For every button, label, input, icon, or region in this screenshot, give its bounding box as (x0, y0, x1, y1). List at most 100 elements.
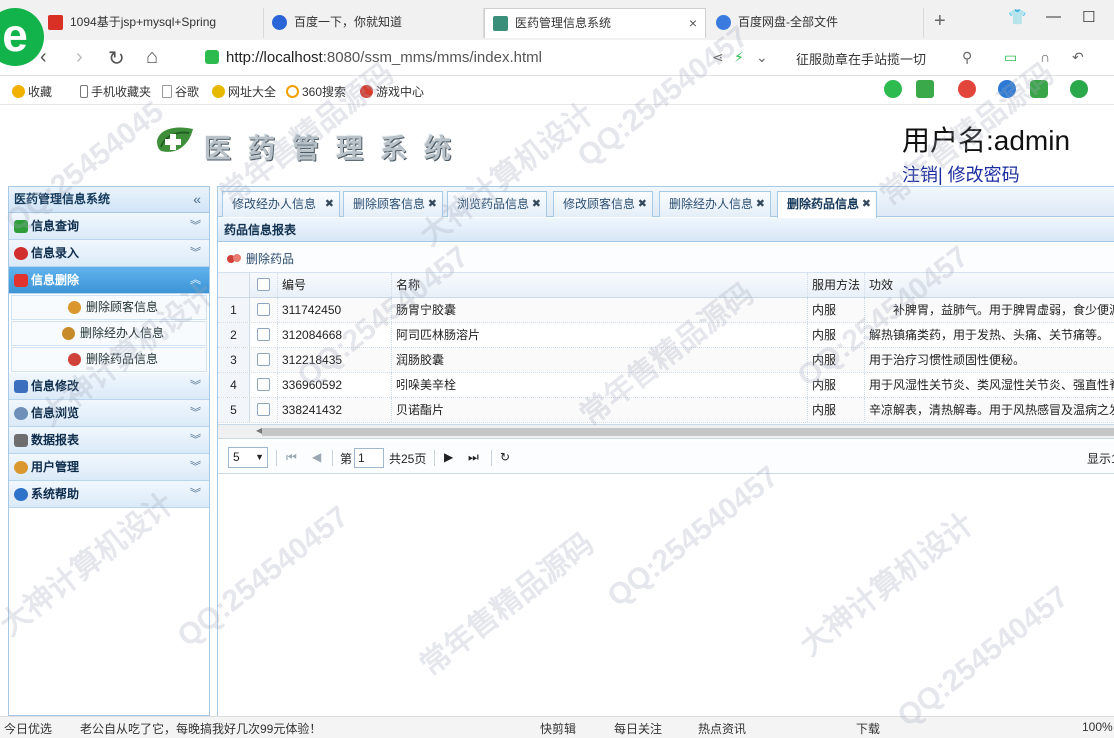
horizontal-scrollbar[interactable]: ◀ (218, 425, 1114, 439)
scrollbar-thumb[interactable] (262, 428, 1114, 436)
tab-delete-medicine[interactable]: 删除药品信息 ✖ (777, 191, 877, 218)
column-header-no[interactable]: 编号 (278, 273, 392, 297)
reload-icon[interactable]: ↻ (108, 46, 125, 71)
bookmark-360[interactable]: 360搜索 (286, 83, 346, 100)
close-icon[interactable]: ✖ (428, 192, 437, 216)
page-number-input[interactable]: 1 (354, 448, 384, 468)
extension-green-icon[interactable] (884, 80, 902, 98)
maximize-icon[interactable]: ☐ (1082, 8, 1095, 26)
row-checkbox[interactable] (250, 398, 278, 422)
row-checkbox[interactable] (250, 348, 278, 372)
minimize-icon[interactable]: — (1046, 8, 1061, 25)
column-header-usage[interactable]: 服用方法 (808, 273, 865, 297)
close-icon[interactable]: ✖ (756, 192, 765, 216)
column-header-name[interactable]: 名称 (392, 273, 808, 297)
close-icon[interactable]: ✖ (638, 192, 647, 216)
yen-icon[interactable] (1070, 80, 1088, 98)
url-field[interactable]: http://localhost:8080/ssm_mms/mms/index.… (226, 49, 542, 66)
status-download[interactable]: 下载 (856, 720, 880, 737)
tab-delete-customer[interactable]: 删除顾客信息 ✖ (343, 191, 443, 217)
column-header-effect[interactable]: 功效 (865, 273, 1114, 297)
forward-icon[interactable]: › (76, 46, 83, 69)
menu-info-entry[interactable]: 信息录入 ︾ (9, 240, 209, 267)
bookmark-mobile[interactable]: 手机收藏夹 (80, 83, 151, 100)
table-row[interactable]: 4 336960592 吲哚美辛栓 内服 用于风湿性关节炎、类风湿性关节炎、强直… (218, 373, 1114, 398)
star-icon (12, 85, 25, 98)
sub-item-delete-agent[interactable]: 删除经办人信息 (11, 321, 207, 346)
table-row[interactable]: 1 311742450 肠胃宁胶囊 内服 补脾胃，益肺气。用于脾胃虚弱，食少便溏 (218, 298, 1114, 323)
new-tab-button[interactable]: + (934, 10, 946, 33)
user-icon (14, 461, 28, 474)
browser-tab-2[interactable]: 百度一下，你就知道 (264, 8, 484, 38)
chevron-down-icon[interactable]: ⌄ (756, 49, 768, 66)
collapse-sidebar-icon[interactable]: « (193, 187, 201, 212)
tab-browse-medicine[interactable]: 浏览药品信息 ✖ (447, 191, 547, 217)
row-checkbox[interactable] (250, 298, 278, 322)
tab-favicon-icon (493, 16, 508, 31)
delete-medicine-button[interactable]: 删除药品 (226, 250, 294, 267)
status-daily[interactable]: 每日关注 (614, 720, 662, 737)
sub-item-delete-medicine[interactable]: 删除药品信息 (11, 347, 207, 372)
headphones-icon[interactable]: ∩ (1040, 49, 1050, 65)
sub-item-delete-customer[interactable]: 删除顾客信息 (11, 295, 207, 320)
translate-icon[interactable] (916, 80, 934, 98)
row-checkbox[interactable] (250, 373, 278, 397)
browser-tab-4[interactable]: 百度网盘-全部文件 (708, 8, 924, 38)
tab-close-icon[interactable]: × (689, 9, 697, 37)
home-icon[interactable]: ⌂ (146, 46, 158, 69)
page-size-select[interactable]: 5 (228, 447, 268, 468)
search-icon[interactable]: ⚲ (962, 49, 972, 66)
first-page-icon[interactable]: ⏮ (286, 450, 297, 465)
refresh-icon[interactable]: ↻ (500, 450, 510, 464)
datagrid-header: 编号 名称 服用方法 功效 (218, 273, 1114, 298)
bookmark-favorites[interactable]: 收藏 (12, 83, 52, 100)
browser-tabbar: e 1094基于jsp+mysql+Spring 百度一下，你就知道 医药管理信… (0, 0, 1114, 66)
browser-tab-1[interactable]: 1094基于jsp+mysql+Spring (40, 8, 264, 38)
tab-edit-agent[interactable]: 修改经办人信息 ✖ (222, 191, 340, 217)
close-icon[interactable]: ✖ (532, 192, 541, 216)
page-icon (162, 85, 172, 98)
lightning-icon[interactable]: ⚡ (734, 49, 744, 66)
gamepad-icon[interactable] (1030, 80, 1048, 98)
cell-usage: 内服 (808, 348, 865, 372)
menu-info-query[interactable]: 信息查询 ︾ (9, 213, 209, 240)
status-zoom[interactable]: 100% (1082, 720, 1113, 734)
scissors-icon[interactable] (958, 80, 976, 98)
table-row[interactable]: 5 338241432 贝诺酯片 内服 辛凉解表，清热解毒。用于风热感冒及温病之… (218, 398, 1114, 423)
menu-info-delete[interactable]: 信息删除 ︽ (9, 267, 209, 294)
prev-page-icon[interactable]: ◀ (312, 450, 321, 464)
row-checkbox[interactable] (250, 323, 278, 347)
menu-system-help[interactable]: 系统帮助 ︾ (9, 481, 209, 508)
menu-user-management[interactable]: 用户管理 ︾ (9, 454, 209, 481)
battery-icon[interactable]: ▭ (1004, 49, 1017, 66)
undo-icon[interactable]: ↶ (1072, 49, 1084, 66)
close-icon[interactable]: ✖ (325, 192, 334, 216)
table-row[interactable]: 3 312218435 润肠胶囊 内服 用于治疗习惯性顽固性便秘。 (218, 348, 1114, 373)
bookmark-nav[interactable]: 网址大全 (212, 83, 276, 100)
tab-edit-customer[interactable]: 修改顾客信息 ✖ (553, 191, 653, 217)
tab-delete-agent[interactable]: 删除经办人信息 ✖ (659, 191, 771, 217)
menu-info-browse[interactable]: 信息浏览 ︾ (9, 400, 209, 427)
pills-icon (227, 254, 241, 263)
promo-text[interactable]: 征服勋章在手站揽一切 (796, 49, 926, 68)
status-clip[interactable]: 快剪辑 (540, 720, 576, 737)
menu-data-report[interactable]: 数据报表 ︾ (9, 427, 209, 454)
magnifier-icon[interactable] (998, 80, 1016, 98)
browser-tab-active[interactable]: 医药管理信息系统 × (484, 8, 706, 38)
cell-effect: 辛凉解表，清热解毒。用于风热感冒及温病之发 (865, 398, 1114, 422)
last-page-icon[interactable]: ⏭ (468, 450, 479, 465)
logout-change-password-links[interactable]: 注销| 修改密码 (902, 161, 1020, 187)
next-page-icon[interactable]: ▶ (444, 450, 453, 464)
close-icon[interactable]: ✖ (862, 192, 871, 216)
status-left-label[interactable]: 今日优选 (4, 720, 52, 737)
menu-info-edit[interactable]: 信息修改 ︾ (9, 373, 209, 400)
select-all-checkbox[interactable] (250, 273, 278, 297)
status-hot-news[interactable]: 热点资讯 (698, 720, 746, 737)
table-row[interactable]: 2 312084668 阿司匹林肠溶片 内服 解热镇痛类药，用于发热、头痛、关节… (218, 323, 1114, 348)
status-news-ticker[interactable]: 老公自从吃了它，每晚搞我好几次99元体验！ (80, 720, 321, 737)
share-icon[interactable]: ⋖ (712, 49, 724, 66)
bookmark-google[interactable]: 谷歌 (162, 83, 199, 100)
cloud-drive-icon (716, 15, 731, 30)
bookmark-games[interactable]: 游戏中心 (360, 83, 424, 100)
shirt-skin-icon[interactable]: 👕 (1008, 8, 1027, 26)
